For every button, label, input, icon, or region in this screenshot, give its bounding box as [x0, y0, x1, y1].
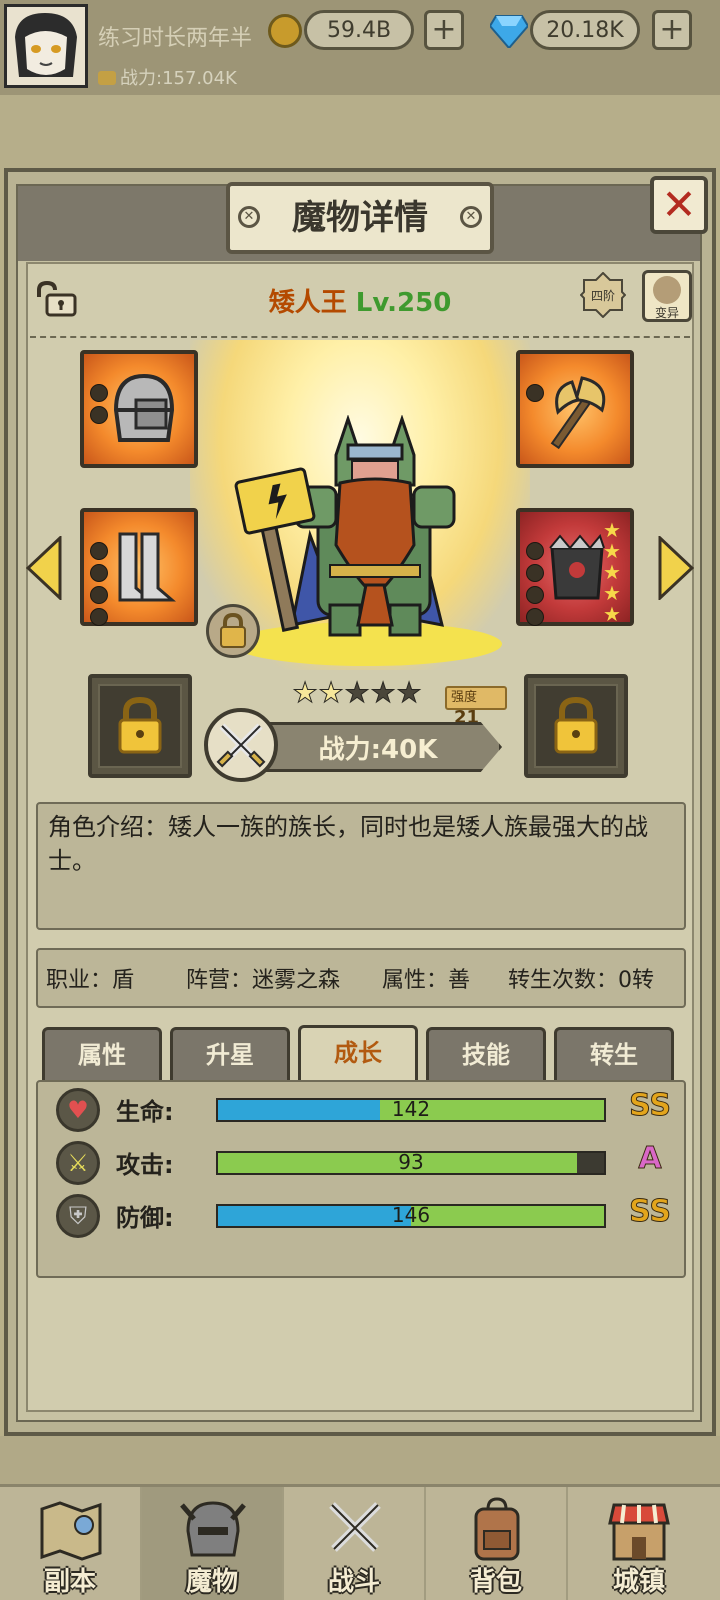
strength-badge: 强度21	[445, 686, 507, 728]
stat-label: 生命:	[116, 1098, 174, 1126]
stat-value: 93	[398, 1151, 424, 1174]
tab-growth[interactable]: 成长	[298, 1025, 418, 1083]
divider	[30, 336, 690, 338]
shop-icon	[608, 1503, 670, 1561]
nav-label: 魔物	[185, 1567, 238, 1597]
star-icon: ★	[603, 602, 621, 626]
combat-power: 战力:40K	[318, 735, 438, 765]
player-power-label: 战力:157.04K	[120, 68, 237, 89]
star-icon: ★	[603, 539, 621, 563]
gold-coin-icon	[268, 14, 302, 48]
equip-slot-armor[interactable]: ★ ★ ★ ★ ★	[516, 508, 634, 626]
stat-label: 防御:	[116, 1204, 174, 1232]
armor-stars: ★ ★ ★ ★ ★	[602, 520, 622, 625]
slot-frame	[534, 684, 618, 768]
gold-amount: 59.4B	[304, 10, 414, 50]
background-strip	[0, 1436, 720, 1484]
monster-stars: ★★★★★	[292, 676, 422, 710]
add-gold-button[interactable]: +	[424, 10, 464, 50]
locked-slot-right[interactable]	[524, 674, 628, 778]
player-power: 战力:157.04K	[98, 64, 237, 90]
tab-attributes[interactable]: 属性	[42, 1027, 162, 1082]
monster-name: 矮人王	[268, 288, 347, 318]
next-monster-button[interactable]	[658, 536, 694, 600]
nav-label: 战斗	[327, 1567, 380, 1597]
job-info: 职业：盾	[46, 968, 135, 993]
stat-bar: 142	[216, 1098, 606, 1122]
tab-rebirth[interactable]: 转生	[554, 1027, 674, 1082]
nav-town[interactable]: 城镇	[568, 1487, 710, 1600]
nav-label: 副本	[43, 1567, 96, 1597]
sword-icon: ⚔	[56, 1141, 100, 1185]
equip-slot-boots[interactable]	[80, 508, 198, 626]
star-filled-icon: ★	[318, 676, 344, 709]
rank-label: 四阶	[590, 289, 615, 303]
star-empty-icon: ★	[396, 676, 422, 709]
panel-title: 魔物详情	[292, 198, 428, 238]
monster-title: 矮人王 Lv.250	[180, 282, 540, 319]
nav-backpack[interactable]: 背包	[426, 1487, 568, 1600]
equip-slot-helmet[interactable]	[80, 350, 198, 468]
shield-icon: ⛨	[56, 1194, 100, 1238]
gem-amount: 20.18K	[530, 10, 640, 50]
lock-icon	[220, 612, 246, 648]
nav-monsters[interactable]: 魔物	[142, 1487, 284, 1600]
stat-grade: SS	[629, 1088, 672, 1124]
tab-skills[interactable]: 技能	[426, 1027, 546, 1082]
nav-battle[interactable]: 战斗	[284, 1487, 426, 1600]
tab-star-up[interactable]: 升星	[170, 1027, 290, 1082]
mutate-label: 变异	[654, 306, 679, 320]
monster-level: Lv.250	[355, 288, 452, 318]
stat-value: 142	[391, 1098, 431, 1121]
nav-label: 背包	[469, 1567, 522, 1597]
stat-bar: 146	[216, 1204, 606, 1228]
add-gems-button[interactable]: +	[652, 10, 692, 50]
dwarf-king-portrait	[234, 415, 456, 637]
star-empty-icon: ★	[370, 676, 396, 709]
faction-info: 阵营：迷雾之森	[186, 968, 341, 993]
crossed-swords-icon	[204, 708, 278, 782]
padlock-icon	[554, 696, 598, 754]
star-empty-icon: ★	[344, 676, 370, 709]
battle-axe-icon	[550, 376, 606, 450]
rebirth-info: 转生次数：0转	[508, 968, 654, 993]
stat-bar: 93	[216, 1151, 606, 1175]
monster-description: 角色介绍：矮人一族的族长，同时也是矮人族最强大的战士。	[48, 813, 648, 875]
player-avatar[interactable]	[4, 4, 88, 88]
backpack-icon	[474, 1497, 520, 1561]
equip-slot-weapon[interactable]	[516, 350, 634, 468]
crossed-swords-icon	[329, 1502, 381, 1552]
background-area	[0, 95, 720, 170]
attribute-info: 属性：善	[382, 968, 471, 993]
star-filled-icon: ★	[292, 676, 318, 709]
prev-monster-button[interactable]	[26, 536, 62, 600]
nav-dungeon[interactable]: 副本	[0, 1487, 142, 1600]
stat-grade: SS	[629, 1194, 672, 1230]
power-icon	[98, 71, 116, 85]
player-name: 练习时长两年半	[98, 26, 253, 51]
diamond-icon	[490, 15, 528, 48]
strength-label: 强度	[451, 690, 478, 705]
stat-value: 146	[391, 1204, 431, 1227]
stat-grade: A	[638, 1141, 662, 1177]
star-icon: ★	[603, 518, 621, 542]
helmet-icon	[180, 1501, 246, 1557]
nav-label: 城镇	[612, 1567, 665, 1597]
close-button[interactable]: ✕	[650, 176, 708, 234]
armored-boots-icon	[118, 532, 176, 602]
locked-slot-left[interactable]	[88, 674, 192, 778]
skull-icon	[653, 276, 681, 304]
helmet-icon	[113, 373, 175, 442]
star-icon: ★	[603, 581, 621, 605]
star-icon: ★	[603, 560, 621, 584]
padlock-icon	[118, 696, 162, 754]
unlock-icon[interactable]	[33, 281, 77, 317]
stat-label: 攻击:	[116, 1151, 174, 1179]
slot-frame	[98, 684, 182, 768]
map-icon	[40, 1501, 102, 1561]
skin-lock-button[interactable]	[206, 604, 260, 658]
heart-icon: ♥	[56, 1088, 100, 1132]
